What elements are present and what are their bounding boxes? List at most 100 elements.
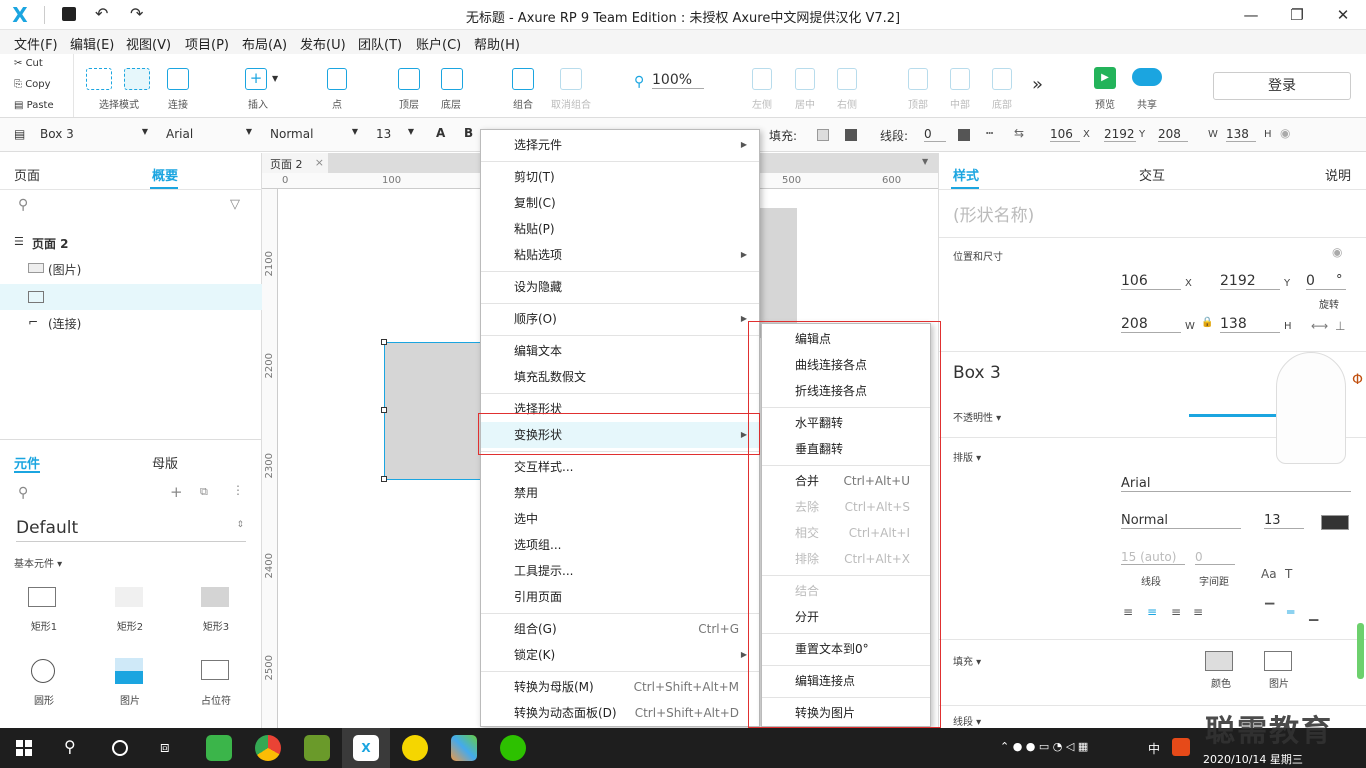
- text-shadow-icon[interactable]: T: [1285, 567, 1292, 581]
- align-right-icon[interactable]: ≡: [1171, 605, 1181, 619]
- widget-style-select[interactable]: Box 3 ▼: [40, 127, 150, 141]
- context-menu-item[interactable]: 选中: [481, 506, 759, 532]
- style-name[interactable]: Box 3: [953, 363, 1001, 383]
- app-icon[interactable]: [451, 735, 477, 761]
- select-intersect-icon[interactable]: [86, 68, 112, 90]
- font-style-select[interactable]: Normal: [1121, 513, 1241, 529]
- align-left-icon[interactable]: [752, 68, 772, 90]
- page-tab[interactable]: 页面 2 ×: [262, 153, 328, 173]
- insert-icon[interactable]: +: [245, 68, 267, 90]
- outline-search-input[interactable]: [40, 195, 220, 217]
- placeholder-widget[interactable]: [201, 660, 229, 680]
- context-menu-item[interactable]: 工具提示...: [481, 558, 759, 584]
- windows-start-icon[interactable]: [16, 740, 32, 756]
- insert-dropdown-icon[interactable]: ▼: [272, 74, 278, 83]
- context-menu-item[interactable]: 选项组...: [481, 532, 759, 558]
- send-to-back-icon[interactable]: [441, 68, 463, 90]
- font-size-select[interactable]: 13 ▼: [376, 127, 416, 141]
- arrow-style-icon[interactable]: ⇆: [1014, 126, 1024, 140]
- bring-to-front-icon[interactable]: [398, 68, 420, 90]
- share-cloud-icon[interactable]: [1132, 68, 1162, 86]
- x-input[interactable]: 106: [1050, 127, 1080, 142]
- image-widget[interactable]: [115, 658, 143, 684]
- context-menu-item[interactable]: 组合(G) Ctrl+G: [481, 616, 759, 642]
- line-width-input[interactable]: 0: [924, 127, 946, 142]
- ime-indicator[interactable]: 中: [1148, 740, 1160, 757]
- context-menu-item[interactable]: 引用页面: [481, 584, 759, 610]
- valign-top-icon[interactable]: ▔: [1265, 603, 1274, 617]
- context-menu-item[interactable]: 顺序(O) ▶: [481, 306, 759, 332]
- char-spacing-input[interactable]: 0: [1195, 550, 1235, 565]
- menu-edit[interactable]: 编辑(E): [70, 34, 114, 53]
- h-input[interactable]: 138: [1220, 316, 1280, 333]
- close-icon[interactable]: ×: [315, 156, 324, 169]
- context-menu-item[interactable]: 粘贴(P): [481, 216, 759, 242]
- outline-root[interactable]: 页面 2: [32, 235, 69, 252]
- resize-handle[interactable]: [381, 407, 387, 413]
- select-contain-icon[interactable]: [124, 68, 150, 90]
- menu-layout[interactable]: 布局(A): [242, 34, 287, 53]
- paste-button[interactable]: ▤ Paste: [14, 100, 54, 111]
- point-icon[interactable]: [327, 68, 347, 90]
- tab-interactions[interactable]: 交互: [1139, 165, 1165, 184]
- context-menu-item[interactable]: 设为隐藏: [481, 274, 759, 300]
- app-icon[interactable]: [304, 735, 330, 761]
- cortana-icon[interactable]: [112, 740, 128, 756]
- opacity-label[interactable]: 不透明性 ▾: [953, 409, 1001, 424]
- h-input[interactable]: 138: [1226, 127, 1256, 142]
- tab-style[interactable]: 样式: [953, 165, 979, 184]
- opacity-slider-track[interactable]: [1189, 414, 1285, 417]
- visibility-icon[interactable]: ◉: [1280, 126, 1290, 140]
- rectangle1-widget[interactable]: [28, 587, 56, 607]
- maximize-button[interactable]: ❐: [1274, 0, 1320, 30]
- app-icon[interactable]: [402, 735, 428, 761]
- library-category[interactable]: 基本元件 ▾: [14, 555, 62, 570]
- preview-icon[interactable]: ▶: [1094, 67, 1116, 89]
- typography-label[interactable]: 排版 ▾: [953, 449, 981, 464]
- font-color-icon[interactable]: A: [436, 126, 445, 140]
- rectangle2-widget[interactable]: [115, 587, 143, 607]
- login-button[interactable]: 登录: [1213, 72, 1351, 100]
- context-menu-item[interactable]: 选择元件 ▶: [481, 132, 759, 158]
- menu-project[interactable]: 项目(P): [185, 34, 229, 53]
- tray-icons[interactable]: ⌃ ● ● ▭ ◔ ◁ ▦: [1000, 740, 1088, 753]
- y-input[interactable]: 2192: [1220, 273, 1280, 290]
- justify-icon[interactable]: ≡: [1193, 605, 1203, 619]
- connect-icon[interactable]: [167, 68, 189, 90]
- border-label[interactable]: 线段 ▾: [953, 713, 981, 728]
- valign-middle-icon[interactable]: ═: [1287, 605, 1294, 619]
- add-library-icon[interactable]: +: [170, 483, 183, 501]
- context-menu-item[interactable]: 粘贴选项 ▶: [481, 242, 759, 268]
- fill-image-swatch[interactable]: [1264, 651, 1292, 671]
- line-spacing-input[interactable]: 15 (auto): [1121, 550, 1185, 565]
- menu-help[interactable]: 帮助(H): [474, 34, 520, 53]
- context-menu-item[interactable]: 转换为动态面板(D) Ctrl+Shift+Alt+D: [481, 700, 759, 726]
- more-tools-icon[interactable]: »: [1032, 74, 1043, 95]
- context-menu-item[interactable]: 剪切(T): [481, 164, 759, 190]
- font-select[interactable]: Arial: [1121, 476, 1351, 492]
- align-center-icon[interactable]: [795, 68, 815, 90]
- cut-button[interactable]: ✂ Cut: [14, 58, 43, 69]
- group-icon[interactable]: [512, 68, 534, 90]
- context-menu-item[interactable]: 复制(C): [481, 190, 759, 216]
- text-case-icon[interactable]: Aa: [1261, 567, 1277, 581]
- lock-icon[interactable]: 🔒: [1201, 317, 1213, 328]
- line-pattern-icon[interactable]: ┅: [986, 126, 993, 140]
- axure-taskbar-icon[interactable]: X: [353, 735, 379, 761]
- context-menu-item[interactable]: 转换为母版(M) Ctrl+Shift+Alt+M: [481, 674, 759, 700]
- sogou-icon[interactable]: [1172, 738, 1190, 756]
- x-input[interactable]: 106: [1121, 273, 1181, 290]
- valign-bottom-icon[interactable]: ▁: [1309, 607, 1318, 621]
- w-input[interactable]: 208: [1158, 127, 1188, 142]
- circle-widget[interactable]: [31, 659, 55, 683]
- outline-item[interactable]: (图片): [48, 261, 81, 278]
- menu-publish[interactable]: 发布(U): [300, 34, 346, 53]
- align-top-icon[interactable]: [908, 68, 928, 90]
- align-center-icon[interactable]: ≡: [1147, 605, 1157, 619]
- context-menu-item[interactable]: 锁定(K) ▶: [481, 642, 759, 668]
- ungroup-icon[interactable]: [560, 68, 582, 90]
- tab-pages[interactable]: 页面: [14, 165, 40, 184]
- scrollbar-thumb[interactable]: [1357, 623, 1364, 679]
- copy-button[interactable]: ⎘ Copy: [14, 79, 51, 90]
- more-options-icon[interactable]: ⋮: [232, 483, 244, 497]
